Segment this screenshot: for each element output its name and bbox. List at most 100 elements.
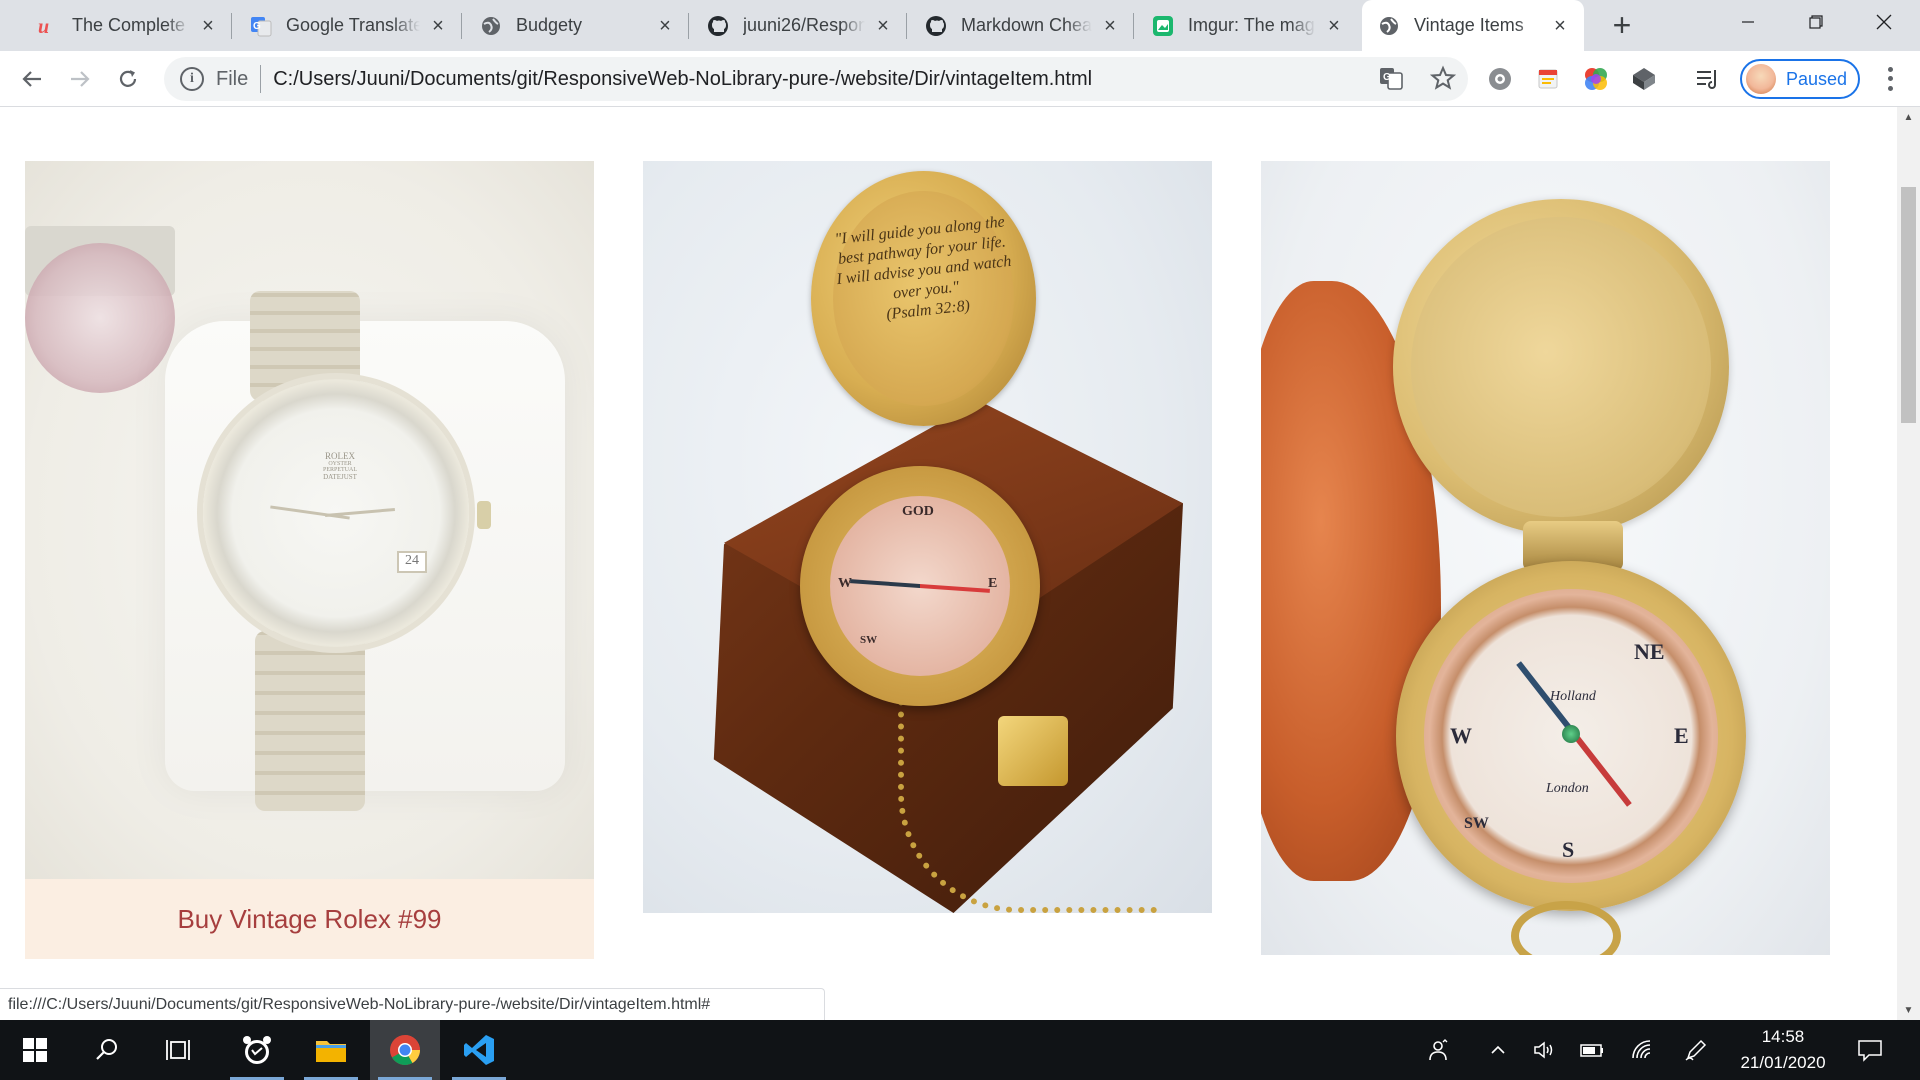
search-button[interactable] [72, 1020, 142, 1080]
tab-separator [231, 13, 232, 39]
taskbar-clock[interactable]: 14:58 21/01/2020 [1728, 1020, 1838, 1080]
rolex-watch-image: ROLEX OYSTER PERPETUAL DATEJUST 24 [25, 161, 594, 879]
close-icon[interactable]: × [873, 16, 893, 36]
udemy-icon: u [36, 15, 58, 37]
tab-separator [1133, 13, 1134, 39]
battery-icon[interactable] [1572, 1020, 1612, 1080]
back-button[interactable] [12, 59, 52, 99]
svg-text:G: G [1383, 72, 1391, 83]
tab-budgety[interactable]: Budgety × [464, 0, 689, 51]
restore-button[interactable] [1782, 0, 1850, 44]
volume-icon[interactable] [1524, 1020, 1564, 1080]
extension-settings-icon[interactable] [1486, 65, 1514, 93]
scroll-down-arrow-icon[interactable]: ▼ [1897, 1000, 1920, 1020]
tab-imgur[interactable]: Imgur: The mag × [1136, 0, 1358, 51]
product-caption[interactable]: Buy Vintage Rolex #99 [25, 879, 594, 959]
wax-seal [25, 243, 175, 393]
color-picker-extension-icon[interactable] [1582, 65, 1610, 93]
globe-icon [480, 15, 502, 37]
tab-separator [906, 13, 907, 39]
wifi-icon[interactable] [1622, 1020, 1662, 1080]
brass-chain [898, 701, 1158, 913]
globe-icon [1378, 15, 1400, 37]
scrollbar-thumb[interactable] [1901, 187, 1916, 423]
clock-time: 14:58 [1761, 1027, 1805, 1046]
browser-toolbar: i File C:/Users/Juuni/Documents/git/Resp… [0, 51, 1920, 107]
tab-title: Imgur: The mag [1188, 15, 1315, 35]
github-icon [707, 15, 729, 37]
close-icon[interactable]: × [198, 16, 218, 36]
compass-body: GOD W E SW [800, 466, 1040, 706]
compass-pivot [1562, 725, 1580, 743]
forward-button[interactable] [60, 59, 100, 99]
chrome-icon [390, 1035, 420, 1066]
forward-arrow-icon [71, 71, 90, 87]
tab-google-translate[interactable]: G Google Translate × [234, 0, 462, 51]
watch-bracelet-bottom [255, 631, 365, 811]
task-view-button[interactable] [144, 1020, 214, 1080]
taskbar-alarm-app[interactable] [222, 1020, 292, 1080]
start-button[interactable] [0, 1020, 70, 1080]
compass-pouch-image: NE W E S SW Holland London [1261, 161, 1830, 955]
tab-separator [688, 13, 689, 39]
extension-note-icon[interactable] [1534, 65, 1562, 93]
page-scrollbar[interactable]: ▲ ▼ [1897, 107, 1920, 1020]
tab-title: juuni26/Respons [743, 15, 865, 35]
avatar [1746, 64, 1776, 94]
translate-icon[interactable]: G [1378, 65, 1404, 96]
pen-workspace-icon[interactable] [1676, 1020, 1716, 1080]
new-tab-button[interactable]: + [1602, 0, 1642, 51]
browser-tab-strip: u The Complete Ja × G Google Translate ×… [0, 0, 1920, 51]
close-icon[interactable]: × [655, 16, 675, 36]
compass-box-image: "I will guide you along the best pathway… [643, 161, 1212, 913]
watch-crown [477, 501, 491, 529]
minimize-button[interactable] [1714, 0, 1782, 44]
bookmark-star-icon[interactable] [1429, 65, 1457, 96]
tab-vintage-items[interactable]: Vintage Items × [1362, 0, 1584, 51]
close-icon[interactable]: × [1324, 16, 1344, 36]
windows-taskbar: 14:58 21/01/2020 [0, 1020, 1920, 1080]
taskbar-vscode[interactable] [444, 1020, 514, 1080]
info-icon[interactable]: i [180, 67, 204, 91]
taskbar-file-explorer[interactable] [296, 1020, 366, 1080]
more-menu-icon[interactable] [1880, 65, 1900, 93]
url-text[interactable]: C:/Users/Juuni/Documents/git/ResponsiveW… [273, 68, 1092, 91]
close-icon[interactable]: × [1100, 16, 1120, 36]
window-close-button[interactable] [1850, 0, 1918, 44]
tab-title: Budgety [516, 15, 583, 35]
page-content: ROLEX OYSTER PERPETUAL DATEJUST 24 Buy V… [0, 107, 1897, 1020]
tab-title: Vintage Items [1414, 15, 1524, 35]
vscode-icon [464, 1035, 494, 1065]
back-arrow-icon [22, 71, 41, 87]
link-status-bubble: file:///C:/Users/Juuni/Documents/git/Res… [0, 988, 825, 1020]
product-card-rolex[interactable]: ROLEX OYSTER PERPETUAL DATEJUST 24 Buy V… [25, 161, 594, 959]
profile-button[interactable]: Paused [1740, 59, 1860, 99]
github-icon [925, 15, 947, 37]
reload-icon [119, 70, 137, 87]
extension-cube-icon[interactable] [1630, 65, 1658, 93]
google-translate-icon: G [250, 15, 272, 37]
action-center-icon[interactable] [1850, 1020, 1890, 1080]
product-card-compass-box[interactable]: "I will guide you along the best pathway… [643, 161, 1212, 913]
tab-title: The Complete Ja [72, 15, 190, 35]
alarm-clock-icon [243, 1036, 271, 1064]
reading-list-icon[interactable] [1694, 65, 1722, 93]
product-card-compass-pouch[interactable]: NE W E S SW Holland London [1261, 161, 1830, 955]
compass-lid: "I will guide you along the best pathway… [811, 171, 1036, 426]
tab-github-repo[interactable]: juuni26/Respons × [691, 0, 907, 51]
address-bar[interactable]: i File C:/Users/Juuni/Documents/git/Resp… [164, 57, 1468, 101]
show-hidden-icons-chevron-icon[interactable] [1478, 1020, 1518, 1080]
tab-udemy[interactable]: u The Complete Ja × [20, 0, 232, 51]
close-icon[interactable]: × [428, 16, 448, 36]
watch-dial-text: ROLEX OYSTER PERPETUAL DATEJUST [322, 451, 357, 481]
close-icon[interactable]: × [1550, 16, 1570, 36]
reload-button[interactable] [108, 59, 148, 99]
taskbar-chrome[interactable] [370, 1020, 440, 1080]
tab-markdown-cheatsheet[interactable]: Markdown Chea × [909, 0, 1134, 51]
scroll-up-arrow-icon[interactable]: ▲ [1897, 107, 1920, 127]
people-icon[interactable] [1418, 1020, 1458, 1080]
scheme-label: File [216, 67, 249, 90]
compass-needle [850, 579, 990, 593]
compass-dial: NE W E S SW Holland London [1424, 589, 1718, 883]
folder-icon [316, 1041, 346, 1062]
